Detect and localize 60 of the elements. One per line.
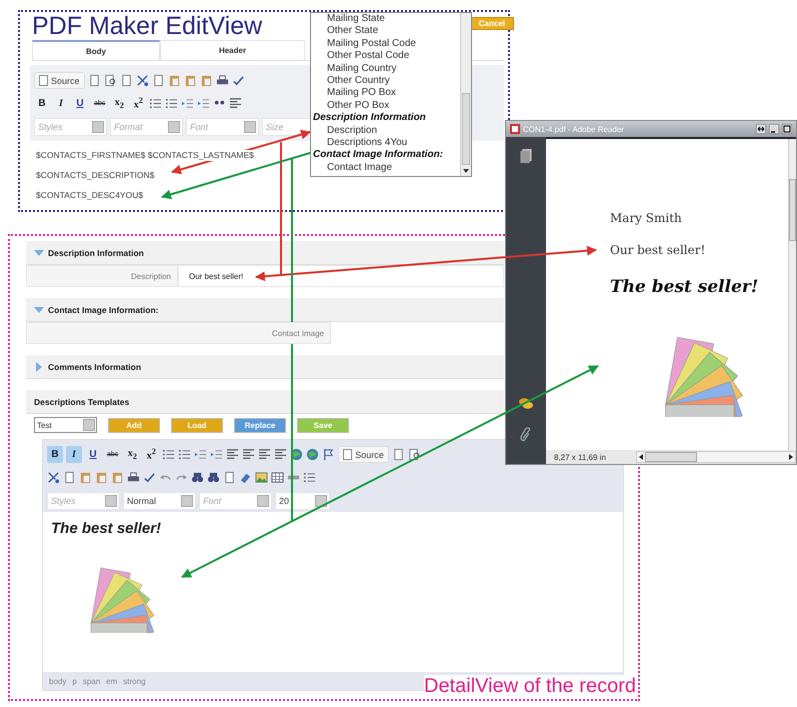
scroll-down-icon[interactable] — [462, 167, 470, 175]
source-button[interactable]: Source — [34, 72, 85, 89]
clipboard-icon[interactable] — [79, 471, 92, 484]
printer-icon[interactable] — [216, 74, 229, 87]
binoculars-icon[interactable] — [191, 471, 204, 484]
format-button[interactable]: B — [34, 95, 50, 112]
clipboard-icon[interactable] — [111, 471, 124, 484]
window-title: CON1-4.pdf - Adobe Reader — [523, 124, 625, 134]
block-header[interactable]: Description Information — [26, 241, 504, 265]
source-button[interactable]: Source — [338, 446, 389, 463]
template-select[interactable]: Test — [34, 417, 97, 433]
scrollbar[interactable] — [460, 13, 471, 176]
document-text: Mary Smith — [610, 211, 683, 227]
tab[interactable]: Header — [160, 40, 305, 60]
clipboard-icon[interactable] — [95, 471, 108, 484]
field-value: Our best seller! — [178, 265, 504, 287]
document-heading: The best seller! — [610, 277, 760, 297]
page-title: PDF Maker EditView — [32, 12, 262, 40]
maximize-icon[interactable] — [782, 124, 792, 134]
field-label: Description — [26, 265, 178, 287]
scroll-left-icon[interactable] — [637, 453, 645, 461]
clipboard-icon[interactable] — [168, 74, 181, 87]
block-header: Descriptions Templates — [26, 390, 504, 414]
script-button[interactable]: x$_{2}$ — [111, 95, 128, 112]
printer-icon[interactable] — [127, 471, 140, 484]
table-icon[interactable] — [271, 471, 284, 484]
content-heading: The best seller! — [51, 520, 162, 537]
document-text: Our best seller! — [610, 243, 706, 259]
format-button[interactable]: U — [85, 446, 101, 463]
pages-icon[interactable] — [519, 149, 533, 164]
tab[interactable]: Body — [32, 40, 160, 60]
format-button[interactable]: B — [47, 446, 63, 463]
eraser-icon[interactable] — [239, 471, 252, 484]
format-button[interactable]: U — [72, 95, 88, 112]
horizontal-scrollbar[interactable] — [636, 451, 796, 463]
minimize-icon[interactable] — [769, 124, 779, 134]
script-button[interactable]: x$^{2}$ — [130, 95, 146, 112]
clipboard-icon[interactable] — [184, 74, 197, 87]
globe-icon[interactable] — [306, 448, 320, 461]
paperclip-icon[interactable] — [519, 427, 533, 442]
binoculars-icon[interactable] — [207, 471, 220, 484]
scroll-right-icon[interactable] — [787, 453, 795, 461]
image-icon[interactable] — [255, 471, 268, 484]
vertical-scrollbar[interactable] — [788, 139, 796, 450]
field-label: Contact Image — [26, 322, 331, 344]
speech-bubbles-icon[interactable] — [519, 396, 533, 411]
page-size: 8,27 x 11,69 in — [553, 452, 607, 462]
block-header[interactable]: Contact Image Information: — [26, 298, 504, 322]
pdf-file-icon — [510, 124, 520, 134]
combo-field[interactable]: 20 — [275, 492, 330, 510]
script-button[interactable]: x$^{2}$ — [143, 446, 160, 463]
script-button[interactable]: x$_{2}$ — [124, 446, 140, 463]
block-header[interactable]: Comments Information — [26, 355, 504, 379]
format-button[interactable]: I — [66, 446, 82, 463]
resize-icon[interactable] — [756, 124, 766, 134]
combo-field[interactable]: Normal — [123, 492, 196, 510]
format-button[interactable]: I — [53, 95, 69, 112]
clipboard-icon[interactable] — [200, 74, 213, 87]
page-icon[interactable] — [223, 471, 236, 484]
page-icon[interactable] — [63, 471, 76, 484]
